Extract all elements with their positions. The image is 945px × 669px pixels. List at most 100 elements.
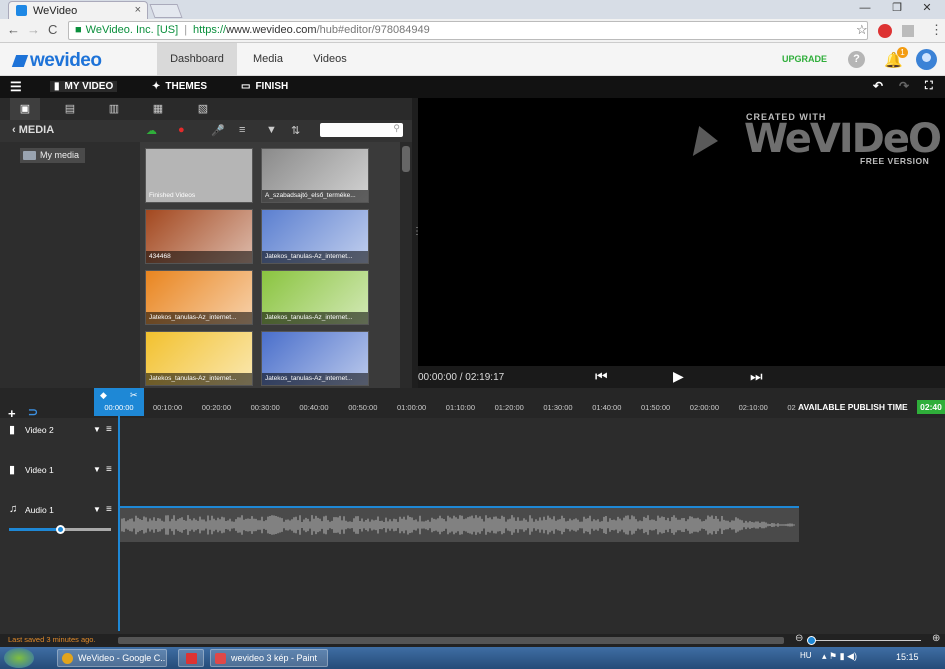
zoom-track (809, 640, 921, 641)
media-thumbnail[interactable]: Jatekos_tanulas-Az_internet... (145, 270, 253, 325)
os-taskbar: WeVideo - Google C... wevideo 3 kép - Pa… (0, 647, 945, 669)
track-menu-icon[interactable]: ≡ (106, 504, 112, 515)
filter-icon[interactable]: ▼ (266, 124, 277, 136)
timeline-scrollbar[interactable] (118, 637, 784, 644)
close-window-button[interactable]: ✕ (914, 0, 940, 16)
tab-transitions[interactable]: ▥ (99, 98, 129, 120)
media-title: MEDIA (18, 124, 55, 136)
chevron-down-icon[interactable]: ▼ (93, 505, 101, 514)
timeline-ruler[interactable]: + ⊃ ◆ ✂ 00:00:00 00:10:00 00:20:00 00:30:0… (0, 388, 945, 421)
taskbar-clock[interactable]: 15:15 (896, 652, 919, 662)
taskbar-item-paint[interactable]: wevideo 3 kép - Paint (210, 649, 328, 667)
start-button[interactable] (4, 648, 34, 668)
nav-dashboard[interactable]: Dashboard (157, 43, 237, 76)
browser-tab-title: WeVideo (33, 5, 78, 17)
undo-icon[interactable]: ↶ (873, 79, 883, 93)
media-thumbnail[interactable]: Jatekos_tanulas-Az_internet... (261, 331, 369, 386)
media-scroll-thumb[interactable] (402, 146, 410, 172)
upload-cloud-icon[interactable]: ☁ (146, 124, 157, 137)
bookmark-star-icon[interactable]: ☆ (856, 22, 868, 38)
user-avatar[interactable] (916, 49, 937, 70)
skip-forward-icon[interactable]: ⏭ (750, 368, 763, 385)
new-tab-button[interactable] (149, 4, 183, 18)
nav-media[interactable]: Media (239, 43, 297, 76)
media-grid: Finished Videos A_szabadsajtó_első_termék… (140, 142, 400, 388)
media-thumbnail[interactable]: 434468 (145, 209, 253, 264)
browser-tab[interactable]: WeVideo × (8, 1, 148, 19)
microphone-icon[interactable]: 🎤 (211, 124, 225, 137)
media-thumbnail[interactable]: Jatekos_tanulas-Az_internet... (145, 331, 253, 386)
media-scrollbar[interactable] (400, 142, 412, 388)
zoom-in-icon[interactable]: ⊕ (932, 633, 940, 644)
chevron-down-icon[interactable]: ▼ (93, 465, 101, 474)
track-lane[interactable] (119, 458, 945, 498)
hamburger-menu-icon[interactable]: ☰ (10, 79, 22, 95)
track-header: ▮ Video 2 ▼ ≡ (0, 418, 118, 458)
app-icon (186, 653, 197, 664)
record-icon[interactable]: ● (178, 124, 185, 136)
tray-icons[interactable]: ▴ ⚑ ▮ ◀) (822, 651, 857, 662)
play-icon[interactable]: ▶ (673, 368, 684, 385)
help-icon[interactable]: ? (848, 51, 865, 68)
list-view-icon[interactable]: ≡ (239, 124, 245, 136)
preview-timecode: 00:00:00 / 02:19:17 (418, 372, 505, 383)
reload-icon[interactable]: C (48, 22, 57, 37)
media-thumbnail[interactable]: Jatekos_tanulas-Az_internet... (261, 209, 369, 264)
track-lane[interactable] (119, 418, 945, 458)
split-icon: ✂ (130, 390, 138, 400)
my-video-tab[interactable]: ▮ MY VIDEO (50, 81, 118, 92)
zoom-out-icon[interactable]: ⊖ (795, 633, 803, 644)
media-thumbnail[interactable]: A_szabadsajtó_első_terméke... (261, 148, 369, 203)
zoom-slider[interactable]: ⊖ ⊕ (795, 633, 945, 647)
fullscreen-icon[interactable]: ⛶ (925, 80, 933, 93)
forward-icon[interactable]: → (27, 22, 40, 37)
film-strip-icon: ▮ (9, 464, 16, 476)
extension-2-icon[interactable] (902, 25, 914, 37)
magnet-snap-icon[interactable]: ⊃ (28, 405, 38, 419)
folder-label: My media (40, 150, 80, 160)
upgrade-link[interactable]: UPGRADE (782, 54, 827, 64)
maximize-button[interactable]: ❐ (884, 0, 910, 16)
minimize-button[interactable]: — (852, 0, 878, 16)
tab-templates[interactable]: ▤ (55, 98, 85, 120)
thumbnail-caption: Jatekos_tanulas-Az_internet... (146, 312, 252, 324)
tab-folder-media[interactable]: ▣ (10, 98, 40, 120)
track-lane-empty[interactable] (119, 538, 945, 634)
volume-knob[interactable] (56, 525, 65, 534)
tab-backgrounds[interactable]: ▦ (143, 98, 173, 120)
track-menu-icon[interactable]: ≡ (106, 464, 112, 475)
skip-back-icon[interactable]: ⏮ (595, 368, 608, 385)
volume-slider[interactable] (9, 525, 111, 534)
sort-icon[interactable]: ⇅ (291, 124, 300, 137)
playhead-marker[interactable]: ◆ ✂ 00:00:00 (94, 388, 144, 416)
back-icon[interactable]: ← (7, 22, 20, 37)
url-scheme: https:// (193, 24, 227, 36)
extension-icon[interactable] (878, 24, 892, 38)
url-input[interactable]: ■ WeVideo. Inc. [US] | https://www.wevideo.… (68, 21, 868, 40)
track-menu-icon[interactable]: ≡ (106, 424, 112, 435)
tab-stock-images[interactable]: ▧ (188, 98, 218, 120)
tab-close-icon[interactable]: × (135, 4, 141, 16)
themes-tab[interactable]: ✦ THEMES (152, 81, 207, 92)
folder-my-media[interactable]: My media (20, 148, 85, 163)
chevron-down-icon[interactable]: ▼ (93, 425, 101, 434)
thumbnail-caption: Jatekos_tanulas-Az_internet... (262, 373, 368, 385)
media-search-input[interactable]: ⚲ (320, 123, 403, 137)
playhead-time: 00:00:00 (104, 403, 134, 412)
taskbar-paint-label: wevideo 3 kép - Paint (231, 653, 318, 663)
nav-videos[interactable]: Videos (300, 43, 360, 76)
finish-tab[interactable]: ▭ FINISH (241, 81, 288, 92)
redo-icon[interactable]: ↷ (899, 79, 909, 93)
taskbar-item-app[interactable] (178, 649, 204, 667)
wevideo-logo[interactable]: wevideo (11, 50, 102, 72)
folder-tile[interactable]: Finished Videos (145, 148, 253, 203)
taskbar-item-chrome[interactable]: WeVideo - Google C... (57, 649, 167, 667)
track-header-empty (0, 538, 118, 634)
media-toolbar: ‹ MEDIA ☁ ● 🎤 ≡ ▼ ⇅ ⚲ (0, 120, 412, 142)
zoom-knob[interactable] (807, 636, 816, 645)
browser-menu-icon[interactable]: ⋮ (930, 22, 943, 38)
audio-clip[interactable] (120, 506, 799, 542)
media-back-title[interactable]: ‹ MEDIA (12, 124, 54, 136)
media-thumbnail[interactable]: Jatekos_tanulas-Az_internet... (261, 270, 369, 325)
tray-language[interactable]: HU (800, 651, 812, 660)
